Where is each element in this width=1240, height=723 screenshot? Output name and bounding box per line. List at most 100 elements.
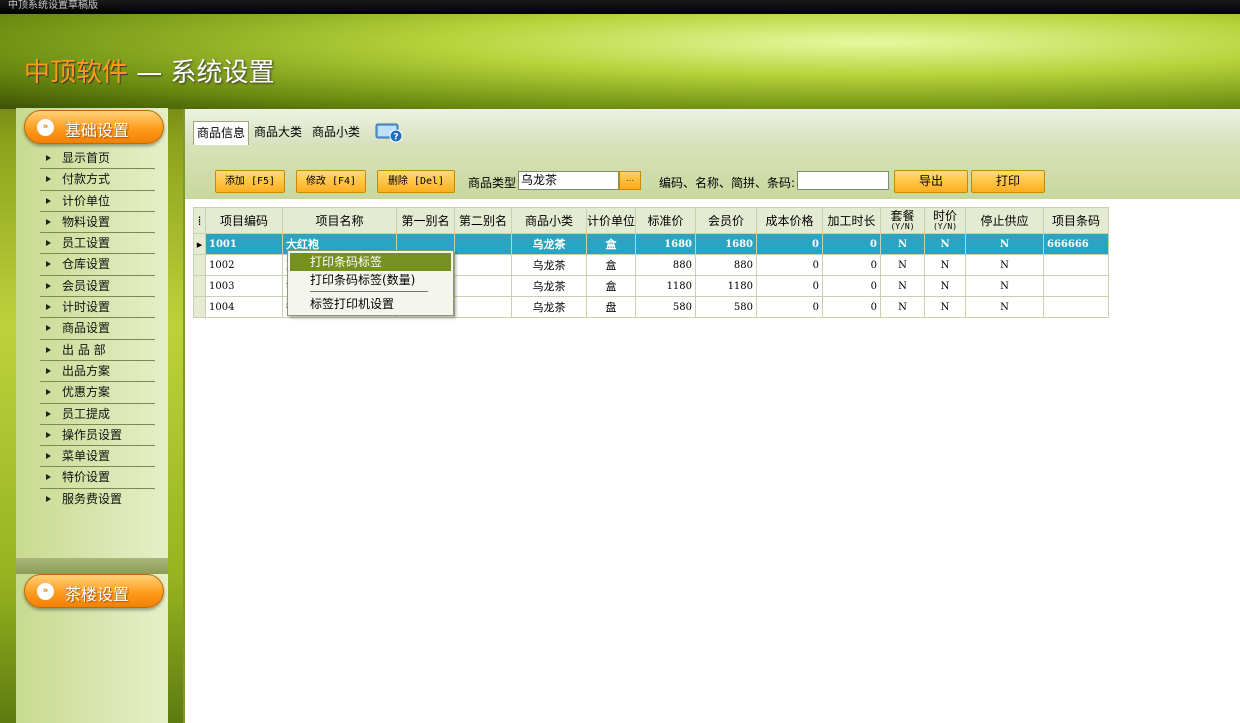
sidebar-item-timing[interactable]: 计时设置: [40, 297, 155, 319]
category-input[interactable]: 乌龙茶: [518, 171, 619, 190]
context-item-print-label[interactable]: 打印条码标签: [290, 253, 451, 271]
cell-subcategory[interactable]: 乌龙茶: [511, 254, 587, 276]
page-title-suffix: — 系统设置: [136, 58, 275, 88]
sidebar-item-service-fee[interactable]: 服务费设置: [40, 489, 155, 510]
sidebar-item-output-plan[interactable]: 出品方案: [40, 361, 155, 383]
cell-price[interactable]: 1680: [635, 233, 697, 255]
sidebar-item-special-price[interactable]: 特价设置: [40, 467, 155, 489]
cell-set[interactable]: N: [880, 233, 926, 255]
cell-market-price[interactable]: N: [924, 296, 967, 318]
edit-button[interactable]: 修改 [F4]: [296, 170, 366, 193]
cell-price[interactable]: 1180: [635, 275, 697, 297]
search-input[interactable]: [797, 171, 889, 190]
cell-barcode[interactable]: [1043, 254, 1110, 276]
sidebar-item-goods[interactable]: 商品设置: [40, 318, 155, 340]
cell-code[interactable]: 1004: [205, 296, 283, 318]
cell-cost[interactable]: 0: [756, 275, 824, 297]
cell-market-price[interactable]: N: [924, 275, 967, 297]
delete-button[interactable]: 删除 [Del]: [377, 170, 455, 193]
sidebar-item-output-dept[interactable]: 出 品 部: [40, 340, 155, 361]
cell-set[interactable]: N: [880, 254, 926, 276]
sidebar-item-discount[interactable]: 优惠方案: [40, 382, 155, 404]
column-header[interactable]: 商品小类: [511, 207, 587, 234]
sidebar-item-member[interactable]: 会员设置: [40, 276, 155, 298]
column-header[interactable]: 第一别名: [396, 207, 455, 234]
cell-barcode[interactable]: [1043, 275, 1110, 297]
cell-duration[interactable]: 0: [822, 275, 882, 297]
cell-unit[interactable]: 盒: [585, 254, 637, 276]
column-header[interactable]: 加工时长: [822, 207, 882, 234]
cell-barcode[interactable]: [1043, 296, 1110, 318]
cell-price[interactable]: 580: [635, 296, 697, 318]
column-header-label: 套餐: [890, 209, 915, 223]
cell-market-price[interactable]: N: [924, 233, 967, 255]
sidebar-item-home[interactable]: 显示首页: [40, 148, 155, 170]
cell-subcategory[interactable]: 乌龙茶: [511, 275, 587, 297]
column-header[interactable]: 项目条码: [1043, 207, 1110, 234]
cell-code[interactable]: 1002: [205, 254, 283, 276]
cell-alias2[interactable]: [454, 233, 512, 255]
tab-goods-category[interactable]: 商品大类: [251, 121, 305, 145]
cell-barcode[interactable]: 666666: [1043, 233, 1110, 255]
cell-set[interactable]: N: [880, 296, 926, 318]
cell-member-price[interactable]: 1680: [695, 233, 758, 255]
cell-member-price[interactable]: 580: [695, 296, 758, 318]
cell-code[interactable]: 1003: [205, 275, 283, 297]
column-header[interactable]: 标准价: [635, 207, 697, 234]
cell-stop-supply[interactable]: N: [965, 254, 1045, 276]
column-header[interactable]: 项目名称: [282, 207, 397, 234]
cell-duration[interactable]: 0: [822, 296, 882, 318]
column-header[interactable]: 第二别名: [454, 207, 512, 234]
cell-code[interactable]: 1001: [205, 233, 283, 255]
tab-goods-info[interactable]: 商品信息: [193, 121, 250, 145]
cell-member-price[interactable]: 880: [695, 254, 758, 276]
cell-stop-supply[interactable]: N: [965, 233, 1045, 255]
sidebar-item-material[interactable]: 物料设置: [40, 212, 155, 234]
cell-duration[interactable]: 0: [822, 254, 882, 276]
sidebar-item-operator[interactable]: 操作员设置: [40, 425, 155, 447]
cell-unit[interactable]: 盘: [585, 296, 637, 318]
column-header[interactable]: 停止供应: [965, 207, 1045, 234]
sidebar-item-payment[interactable]: 付款方式: [40, 169, 155, 191]
column-header[interactable]: 计价单位: [585, 207, 637, 234]
chevron-right-icon: »: [37, 119, 54, 136]
cell-duration[interactable]: 0: [822, 233, 882, 255]
sidebar-item-unit[interactable]: 计价单位: [40, 191, 155, 212]
cell-unit[interactable]: 盒: [585, 233, 637, 255]
column-header[interactable]: 项目编码: [205, 207, 283, 234]
category-picker-button[interactable]: ...: [619, 171, 641, 190]
column-header[interactable]: 会员价: [695, 207, 758, 234]
add-button[interactable]: 添加 [F5]: [215, 170, 285, 193]
cell-member-price[interactable]: 1180: [695, 275, 758, 297]
cell-subcategory[interactable]: 乌龙茶: [511, 296, 587, 318]
sidebar-item-commission[interactable]: 员工提成: [40, 404, 155, 425]
tab-goods-subcategory[interactable]: 商品小类: [309, 121, 363, 145]
column-header[interactable]: 套餐 (Y/N): [880, 207, 926, 234]
cell-cost[interactable]: 0: [756, 233, 824, 255]
export-button[interactable]: 导出: [894, 170, 968, 193]
cell-subcategory[interactable]: 乌龙茶: [511, 233, 587, 255]
cell-unit[interactable]: 盒: [585, 275, 637, 297]
help-icon[interactable]: ?: [375, 121, 403, 143]
context-item-printer-settings[interactable]: 标签打印机设置: [290, 295, 451, 313]
sidebar-item-warehouse[interactable]: 仓库设置: [40, 254, 155, 276]
cell-cost[interactable]: 0: [756, 296, 824, 318]
print-button[interactable]: 打印: [971, 170, 1045, 193]
cell-stop-supply[interactable]: N: [965, 275, 1045, 297]
cell-alias2[interactable]: [454, 275, 512, 297]
context-item-print-label-qty[interactable]: 打印条码标签(数量): [290, 271, 451, 289]
cell-stop-supply[interactable]: N: [965, 296, 1045, 318]
cell-alias2[interactable]: [454, 296, 512, 318]
cell-price[interactable]: 880: [635, 254, 697, 276]
sidebar-section-tea[interactable]: » 茶楼设置: [24, 574, 164, 608]
sidebar-item-menu[interactable]: 菜单设置: [40, 446, 155, 468]
column-header[interactable]: 成本价格: [756, 207, 824, 234]
cell-alias2[interactable]: [454, 254, 512, 276]
cell-set[interactable]: N: [880, 275, 926, 297]
sidebar-item-staff[interactable]: 员工设置: [40, 233, 155, 255]
cell-market-price[interactable]: N: [924, 254, 967, 276]
column-header-hint: (Y/N): [932, 222, 958, 231]
sidebar-section-basic[interactable]: » 基础设置: [24, 110, 164, 144]
column-header[interactable]: 时价 (Y/N): [924, 207, 967, 234]
cell-cost[interactable]: 0: [756, 254, 824, 276]
